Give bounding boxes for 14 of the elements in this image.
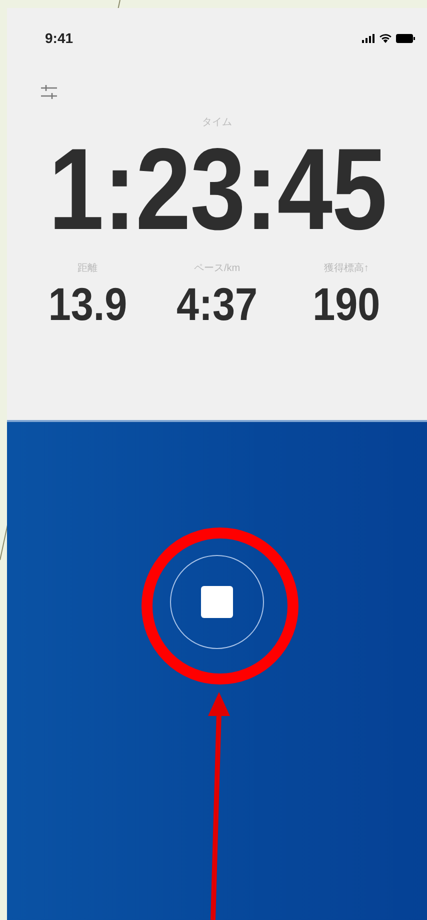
status-time: 9:41 <box>45 30 74 46</box>
settings-icon[interactable] <box>40 83 58 101</box>
stop-icon <box>201 586 233 618</box>
stat-label: 獲得標高↑ <box>324 262 369 275</box>
signal-icon <box>362 34 375 42</box>
wifi-icon <box>379 33 392 43</box>
stop-button[interactable] <box>170 555 264 649</box>
stat-value: 13.9 <box>48 281 128 327</box>
stat-label: ペース/km <box>194 262 240 275</box>
stat-label: 距離 <box>78 262 98 275</box>
stat-value: 4:37 <box>176 281 258 327</box>
battery-icon <box>396 34 415 42</box>
stat-value: 190 <box>312 281 380 327</box>
elapsed-time: 1:23:45 <box>48 131 386 247</box>
